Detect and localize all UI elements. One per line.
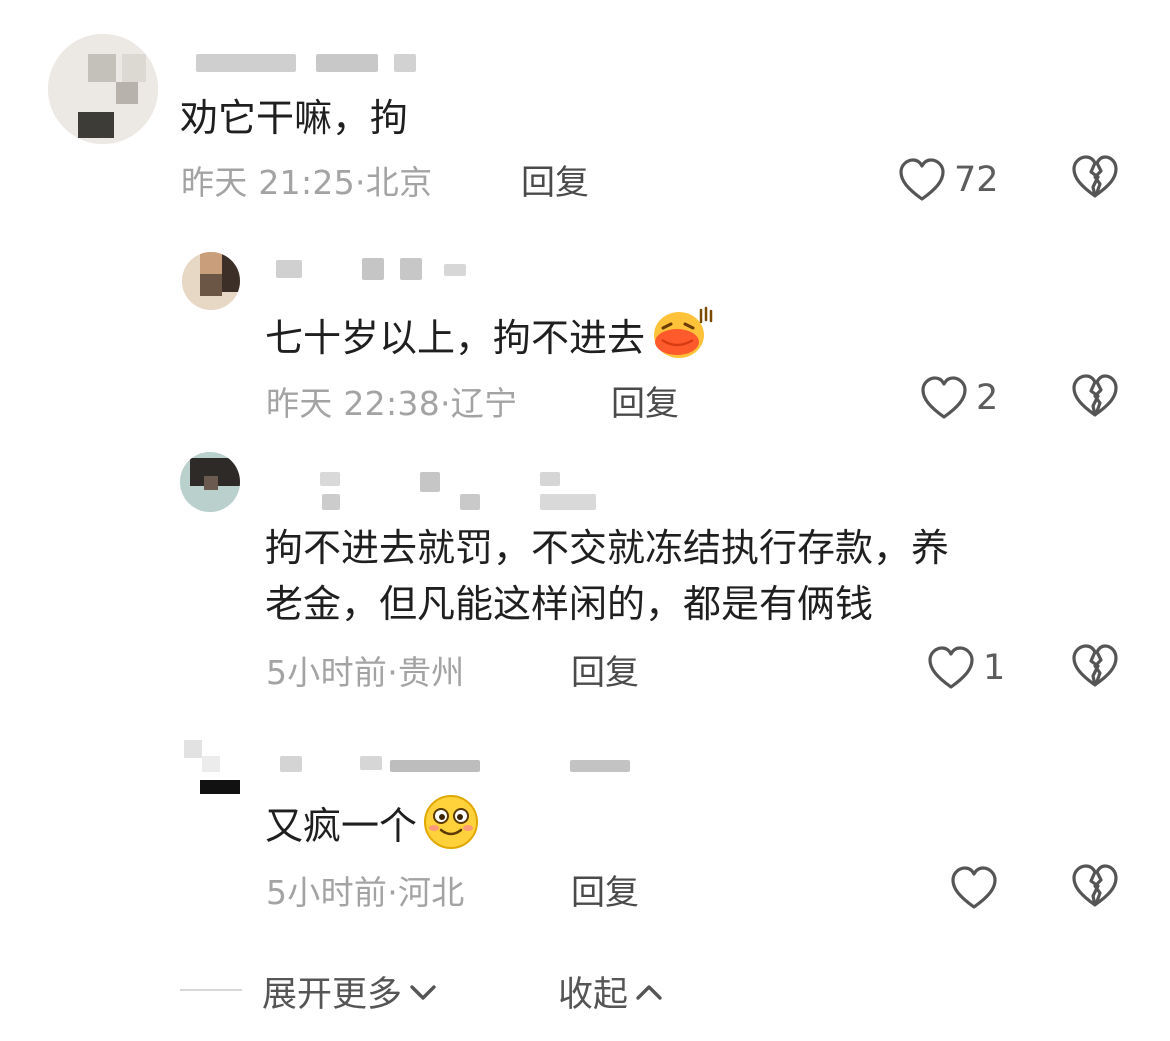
avatar[interactable] xyxy=(48,34,158,144)
reply-text-line-2: 老金，但凡能这样闲的，都是有俩钱 xyxy=(265,582,874,626)
reply-text: 七十岁以上，拘不进去 xyxy=(265,304,713,377)
reply-meta: 5小时前·贵州 xyxy=(266,646,465,694)
dislike-button[interactable] xyxy=(1071,374,1121,424)
heart-outline-icon xyxy=(950,866,998,910)
broken-heart-icon xyxy=(1071,644,1121,688)
reply-time: 昨天 22:38 xyxy=(266,384,440,423)
meta-separator: · xyxy=(440,384,451,423)
dislike-button[interactable] xyxy=(1071,864,1121,914)
reply-location: 辽宁 xyxy=(450,384,518,423)
avatar[interactable] xyxy=(182,252,240,310)
reply-button[interactable]: 回复 xyxy=(521,155,589,204)
reply-meta: 5小时前·河北 xyxy=(266,866,465,914)
expand-more-label: 展开更多 xyxy=(262,975,403,1015)
broken-heart-icon xyxy=(1071,864,1121,908)
expand-more-button[interactable]: 展开更多 xyxy=(262,966,438,1017)
username[interactable] xyxy=(196,52,426,74)
heart-outline-icon xyxy=(920,376,968,420)
like-count: 72 xyxy=(954,160,999,200)
reply-location: 贵州 xyxy=(398,653,465,692)
meta-separator: · xyxy=(387,653,398,692)
comment-location: 北京 xyxy=(365,163,433,202)
like-count: 2 xyxy=(976,378,999,418)
comment-meta: 昨天 21:25·北京 xyxy=(181,156,432,204)
heart-outline-icon xyxy=(898,158,946,202)
reply-item: 七十岁以上，拘不进去 昨天 22:38·辽宁 回复 2 xyxy=(0,240,1170,440)
comment-text: 劝它干嘛，拘 xyxy=(180,96,409,140)
meta-separator: · xyxy=(355,163,366,202)
avatar[interactable] xyxy=(180,452,240,512)
replies-footer: 展开更多 收起 xyxy=(0,960,1170,1020)
comment-time: 昨天 21:25 xyxy=(181,163,355,202)
like-count: 1 xyxy=(983,648,1006,688)
username[interactable] xyxy=(276,258,476,280)
reply-item: 又疯一个 5小时前·河北 回复 xyxy=(0,730,1170,930)
comment-item: 劝它干嘛，拘 昨天 21:25·北京 回复 72 xyxy=(0,0,1170,215)
heart-outline-icon xyxy=(927,646,975,690)
reply-text-content: 又疯一个 xyxy=(265,804,418,848)
reply-text: 又疯一个 xyxy=(265,792,481,865)
username[interactable] xyxy=(280,756,640,778)
laughing-face-emoji xyxy=(649,304,713,377)
avatar[interactable] xyxy=(180,738,240,798)
reply-meta: 昨天 22:38·辽宁 xyxy=(266,377,517,425)
chevron-down-icon xyxy=(408,972,438,1012)
like-button[interactable]: 72 xyxy=(898,155,999,205)
reply-text-line-1: 拘不进去就罚，不交就冻结执行存款，养 xyxy=(265,526,950,570)
reply-button[interactable]: 回复 xyxy=(571,865,639,914)
collapse-button[interactable]: 收起 xyxy=(558,966,664,1017)
reply-time: 5小时前 xyxy=(266,653,388,692)
smiling-face-emoji xyxy=(421,792,481,865)
reply-item: 拘不进去就罚，不交就冻结执行存款，养 老金，但凡能这样闲的，都是有俩钱 5小时前… xyxy=(0,452,1170,710)
reply-location: 河北 xyxy=(398,873,465,912)
chevron-up-icon xyxy=(634,972,664,1012)
broken-heart-icon xyxy=(1071,155,1121,199)
divider xyxy=(180,989,242,991)
reply-time: 5小时前 xyxy=(266,873,388,912)
like-button[interactable]: 1 xyxy=(927,643,1005,693)
meta-separator: · xyxy=(387,873,398,912)
dislike-button[interactable] xyxy=(1071,644,1121,694)
dislike-button[interactable] xyxy=(1071,155,1121,205)
reply-text-content: 七十岁以上，拘不进去 xyxy=(265,316,646,360)
reply-button[interactable]: 回复 xyxy=(611,376,679,425)
like-button[interactable] xyxy=(950,863,1006,913)
username[interactable] xyxy=(320,472,610,510)
like-button[interactable]: 2 xyxy=(920,373,998,423)
broken-heart-icon xyxy=(1071,374,1121,418)
collapse-label: 收起 xyxy=(558,975,629,1015)
reply-button[interactable]: 回复 xyxy=(571,645,639,694)
